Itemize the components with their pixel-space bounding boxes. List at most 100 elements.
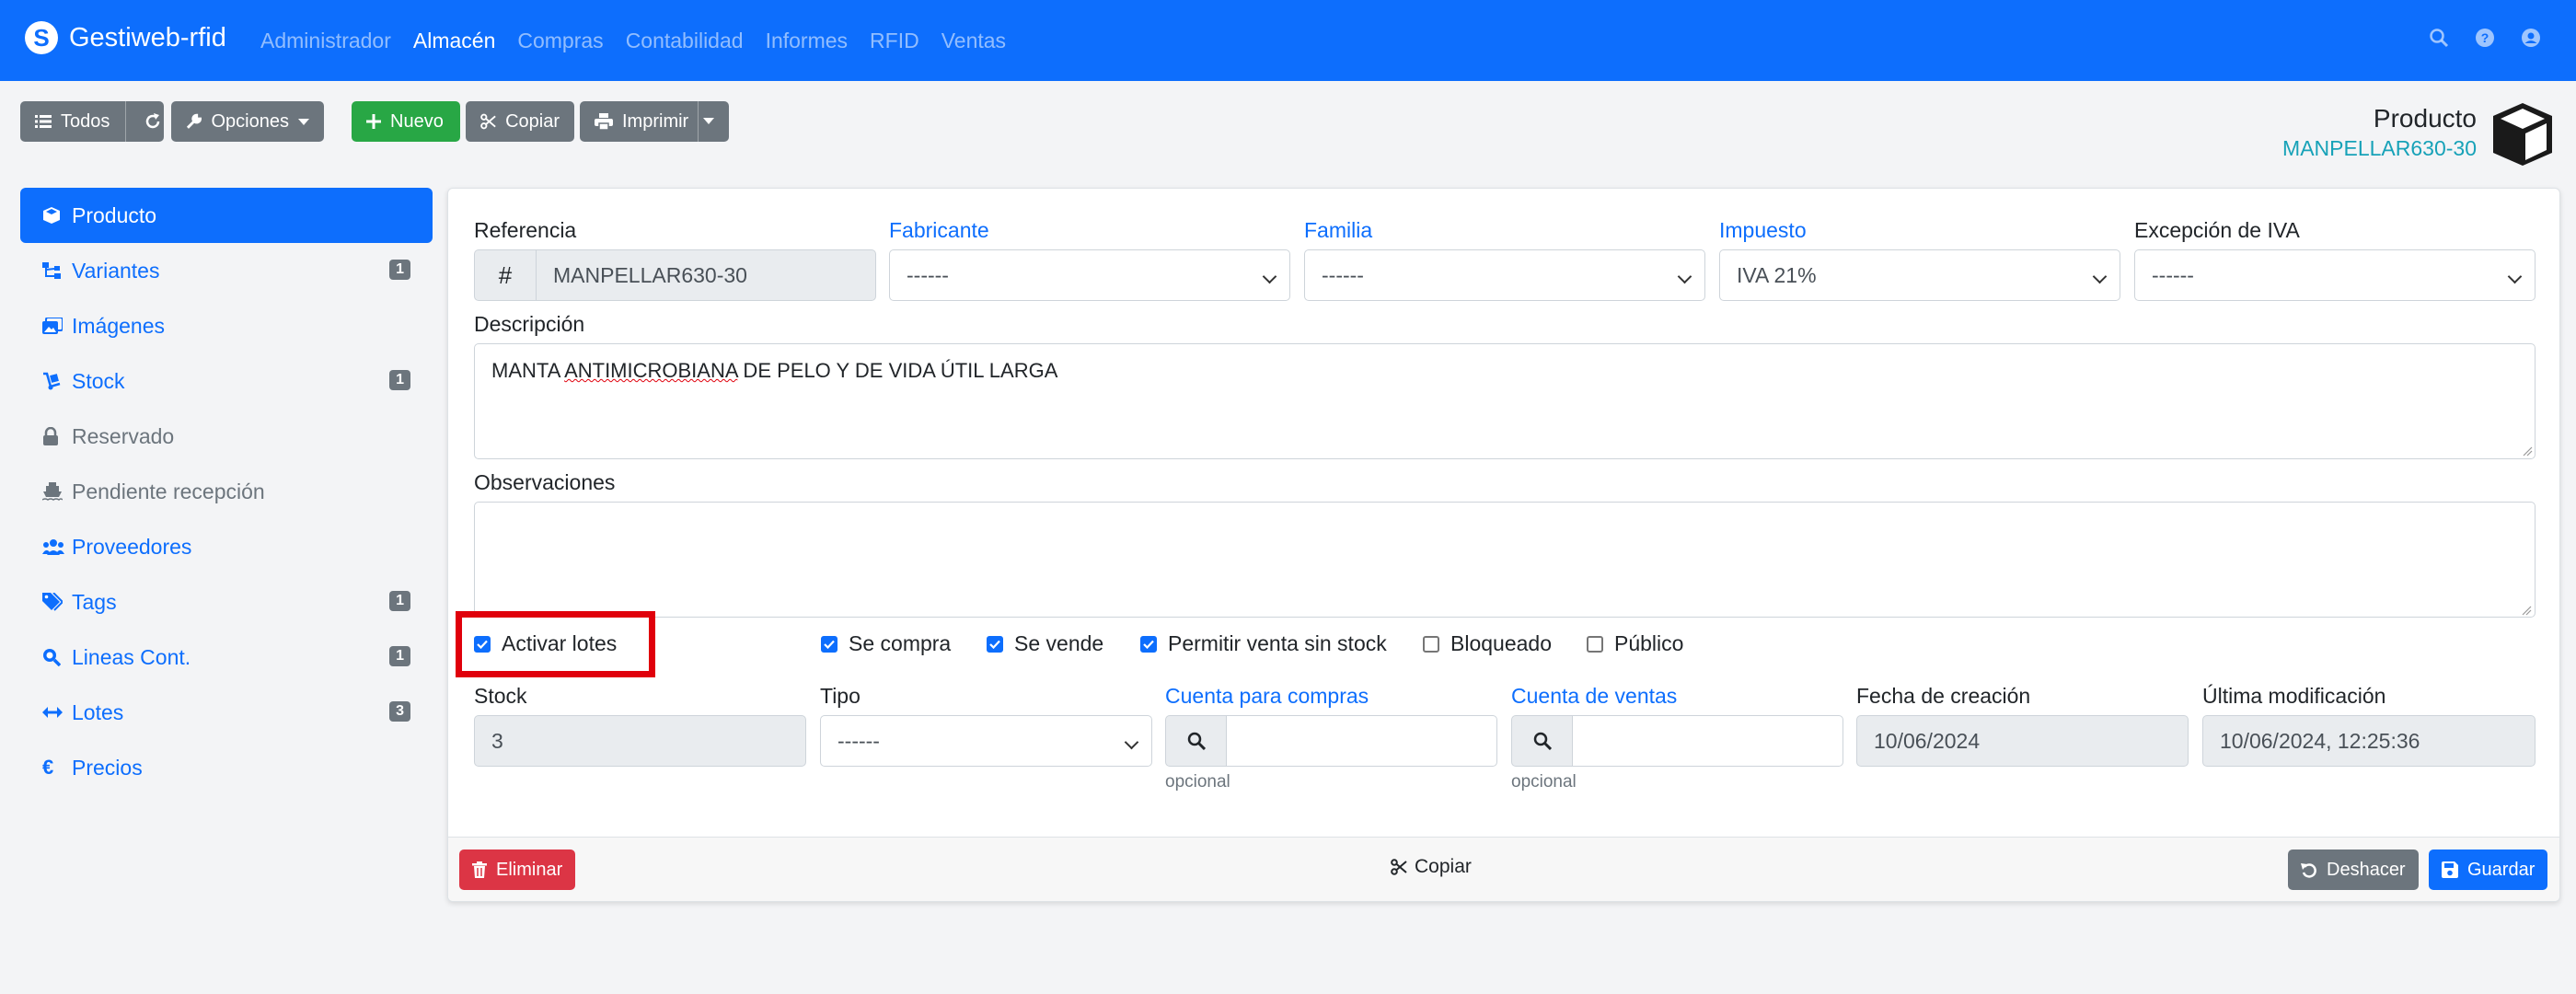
users-icon (42, 538, 66, 555)
impuesto-label[interactable]: Impuesto (1719, 218, 1807, 243)
sidebar-item-label: Tags (72, 589, 117, 614)
trash-icon (472, 861, 487, 878)
plus-icon (366, 114, 381, 129)
bloqueado-checkbox[interactable]: Bloqueado (1423, 631, 1552, 656)
search-icon[interactable] (2427, 26, 2451, 50)
se-compra-checkbox[interactable]: Se compra (821, 631, 951, 656)
sidebar-item-imagenes[interactable]: Imágenes (20, 298, 433, 353)
sidebar-item-label: Reservado (72, 423, 175, 448)
ship-icon (42, 482, 66, 501)
cuenta-ventas-input[interactable] (1572, 715, 1843, 767)
cuenta-compras-label[interactable]: Cuenta para compras (1165, 684, 1369, 709)
highlight-box (456, 611, 655, 677)
sidebar-item-proveedores[interactable]: Proveedores (20, 519, 433, 574)
referencia-label: Referencia (474, 218, 577, 242)
imprimir-label: Imprimir (622, 110, 689, 132)
descripcion-text: MANTA (491, 359, 565, 382)
search-icon[interactable] (1165, 715, 1227, 767)
top-navbar: S Gestiweb-rfid Administrador Almacén Co… (0, 0, 2576, 81)
sidebar-item-precios[interactable]: € Precios (20, 740, 433, 795)
nuevo-label: Nuevo (390, 110, 444, 132)
menu-ventas[interactable]: Ventas (941, 29, 1006, 53)
imprimir-dropdown-icon[interactable] (703, 118, 714, 124)
spellcheck-word: ANTIMICROBIANA (564, 359, 738, 382)
menu-compras[interactable]: Compras (517, 29, 603, 53)
fabricante-select[interactable]: ------ (889, 249, 1290, 301)
sidebar-item-lineas-cont[interactable]: Lineas Cont. 1 (20, 630, 433, 685)
referencia-input[interactable]: MANPELLAR630-30 (536, 249, 876, 301)
sidebar-item-tags[interactable]: Tags 1 (20, 574, 433, 630)
descripcion-textarea[interactable]: MANTA ANTIMICROBIANA DE PELO Y DE VIDA Ú… (474, 343, 2536, 459)
user-icon[interactable] (2519, 26, 2543, 50)
print-icon (595, 113, 613, 130)
sidebar-item-pendiente-recepcion[interactable]: Pendiente recepción (20, 464, 433, 519)
checkbox-unchecked-icon (1423, 635, 1439, 653)
sidebar-item-producto[interactable]: Producto (20, 188, 433, 243)
checkbox-label: Bloqueado (1450, 631, 1552, 655)
fabricante-label[interactable]: Fabricante (889, 218, 989, 243)
menu-informes[interactable]: Informes (766, 29, 848, 53)
product-form-card: Referencia Fabricante Familia Impuesto E… (447, 188, 2560, 902)
scissors-icon (480, 113, 496, 130)
publico-checkbox[interactable]: Público (1587, 631, 1683, 656)
navbar-icons: ? (2427, 26, 2543, 50)
impuesto-select[interactable]: IVA 21% (1719, 249, 2120, 301)
cuenta-ventas-help: opcional (1511, 772, 1577, 792)
cuenta-ventas-label[interactable]: Cuenta de ventas (1511, 684, 1677, 709)
sidebar-item-stock[interactable]: Stock 1 (20, 353, 433, 409)
save-icon (2442, 861, 2458, 878)
familia-label[interactable]: Familia (1304, 218, 1372, 243)
sidebar-item-variantes[interactable]: Variantes 1 (20, 243, 433, 298)
resize-handle-icon[interactable] (2522, 445, 2533, 457)
excepcion-iva-select[interactable]: ------ (2134, 249, 2536, 301)
brand[interactable]: S Gestiweb-rfid (25, 21, 226, 54)
cuenta-compras-input[interactable] (1226, 715, 1497, 767)
menu-rfid[interactable]: RFID (870, 29, 919, 53)
permitir-venta-sin-stock-checkbox[interactable]: Permitir venta sin stock (1140, 631, 1387, 656)
observaciones-label: Observaciones (474, 470, 616, 494)
resize-handle-icon[interactable] (2521, 605, 2532, 616)
lock-icon (42, 427, 66, 445)
search-icon[interactable] (1511, 715, 1573, 767)
footer-copiar-label: Copiar (1415, 856, 1472, 877)
menu-almacen[interactable]: Almacén (413, 29, 495, 53)
eliminar-label: Eliminar (496, 859, 563, 880)
chevron-down-icon (298, 118, 309, 125)
nuevo-button[interactable]: Nuevo (352, 101, 460, 142)
tipo-select[interactable]: ------ (820, 715, 1152, 767)
menu-administrador[interactable]: Administrador (260, 29, 391, 53)
guardar-button[interactable]: Guardar (2429, 850, 2548, 890)
refresh-icon[interactable] (144, 112, 162, 131)
sidebar-item-reservado[interactable]: Reservado (20, 409, 433, 464)
ultima-modificacion-input[interactable]: 10/06/2024, 12:25:36 (2202, 715, 2536, 767)
familia-select[interactable]: ------ (1304, 249, 1705, 301)
page-title: Producto (2373, 104, 2477, 133)
descripcion-label: Descripción (474, 312, 585, 336)
main-menu: Administrador Almacén Compras Contabilid… (260, 29, 1006, 53)
images-icon (42, 318, 66, 334)
product-reference: MANPELLAR630-30 (2282, 136, 2477, 160)
imprimir-button[interactable]: Imprimir (580, 101, 729, 142)
copiar-button[interactable]: Copiar (466, 101, 574, 142)
menu-contabilidad[interactable]: Contabilidad (626, 29, 744, 53)
deshacer-button[interactable]: Deshacer (2288, 850, 2419, 890)
fecha-creacion-input[interactable]: 10/06/2024 (1856, 715, 2189, 767)
observaciones-textarea[interactable] (474, 502, 2536, 618)
arrows-h-icon (42, 706, 66, 719)
footer-copiar-button[interactable]: Copiar (1391, 856, 1472, 878)
help-icon[interactable]: ? (2473, 26, 2497, 50)
checkbox-checked-icon (821, 635, 837, 653)
box-icon (42, 206, 66, 225)
count-badge: 3 (389, 701, 410, 722)
cuenta-compras-help: opcional (1165, 772, 1230, 792)
stock-input[interactable]: 3 (474, 715, 806, 767)
eliminar-button[interactable]: Eliminar (459, 850, 576, 890)
count-badge: 1 (389, 370, 410, 390)
todos-button[interactable]: Todos (20, 101, 164, 142)
sidebar: Producto Variantes 1 Imágenes Stock 1 Re… (20, 188, 433, 795)
checkbox-label: Se vende (1014, 631, 1104, 655)
se-vende-checkbox[interactable]: Se vende (987, 631, 1103, 656)
sidebar-item-lotes[interactable]: Lotes 3 (20, 685, 433, 740)
dolly-icon (42, 372, 66, 390)
opciones-dropdown-button[interactable]: Opciones (171, 101, 324, 142)
